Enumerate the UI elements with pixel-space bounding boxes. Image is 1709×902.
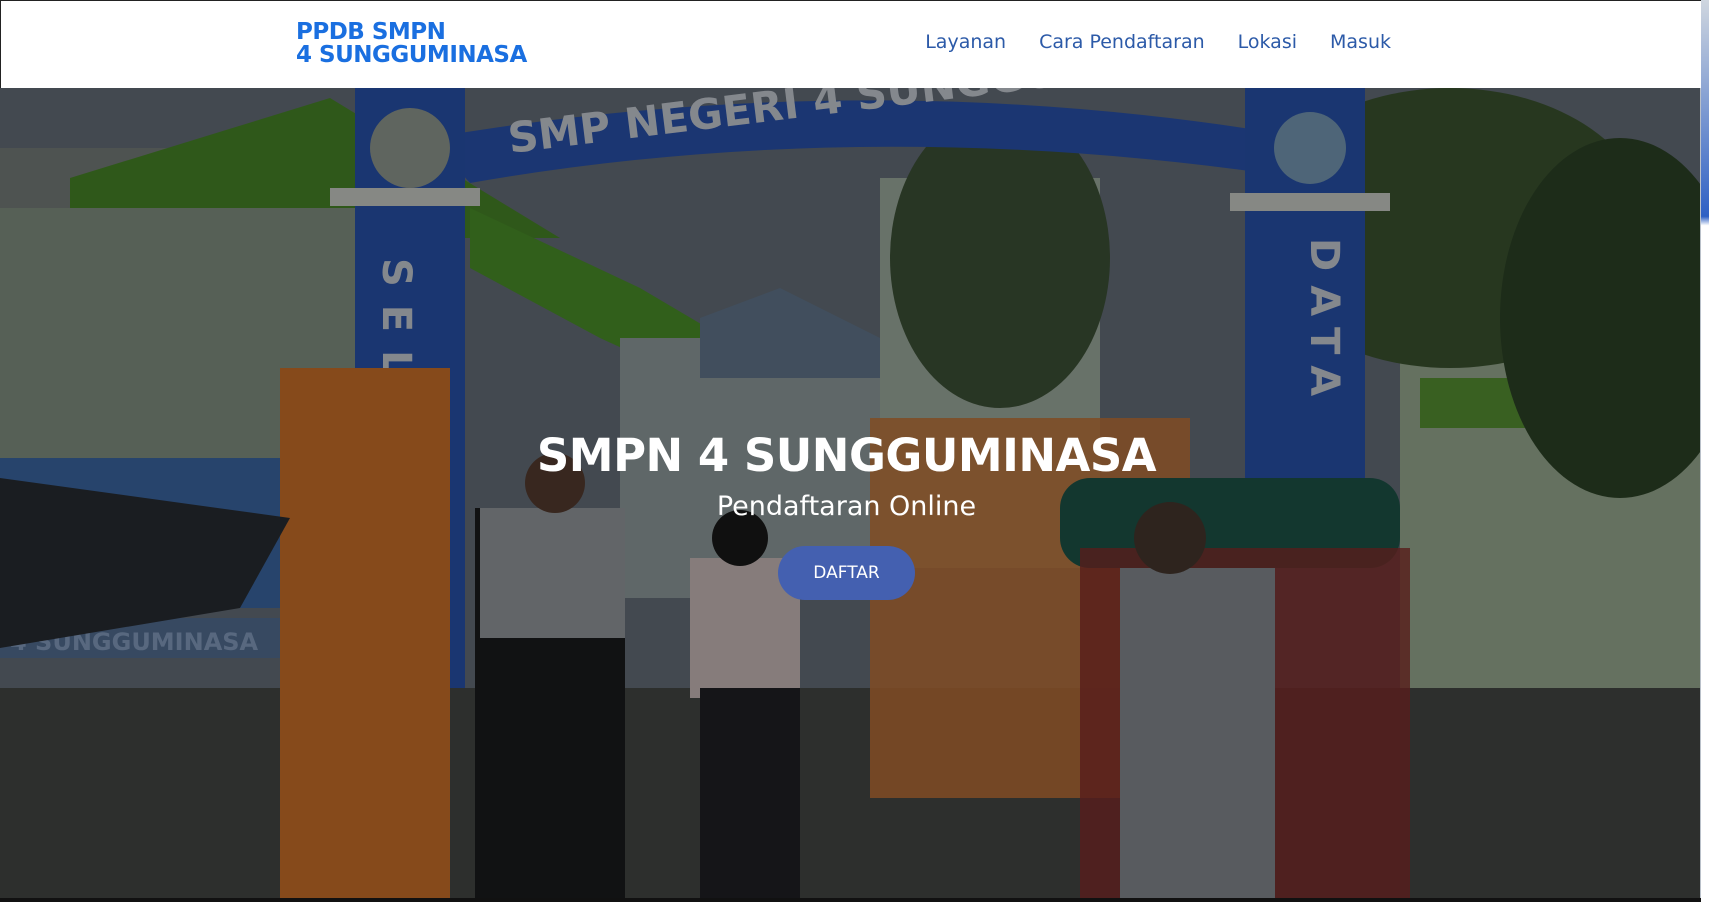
nav-link-masuk[interactable]: Masuk <box>1330 31 1391 53</box>
hero-content: SMPN 4 SUNGGUMINASA Pendaftaran Online D… <box>0 428 1697 600</box>
hero-subtitle: Pendaftaran Online <box>716 491 977 522</box>
nav-link-layanan[interactable]: Layanan <box>925 31 1006 53</box>
brand-line-2: 4 SUNGGUMINASA <box>296 42 527 68</box>
bottom-edge <box>0 898 1701 902</box>
main-nav: Layanan Cara Pendaftaran Lokasi Masuk <box>925 31 1391 53</box>
nav-link-cara-pendaftaran[interactable]: Cara Pendaftaran <box>1039 31 1205 53</box>
brand-logo-link[interactable]: PPDB SMPN 4 SUNGGUMINASA <box>296 21 527 67</box>
browser-scrollbar[interactable] <box>1700 0 1709 902</box>
daftar-button[interactable]: DAFTAR <box>778 546 915 600</box>
brand-line-1: PPDB SMPN <box>296 19 446 45</box>
browser-viewport: PPDB SMPN 4 SUNGGUMINASA Layanan Cara Pe… <box>0 0 1709 902</box>
hero-section: SMP NEGERI 4 SUNGGUMINASA SEL DATA 4 SUN… <box>0 88 1701 898</box>
hero-title: SMPN 4 SUNGGUMINASA <box>536 429 1157 482</box>
top-navbar: PPDB SMPN 4 SUNGGUMINASA Layanan Cara Pe… <box>0 0 1701 88</box>
nav-link-lokasi[interactable]: Lokasi <box>1238 31 1297 53</box>
